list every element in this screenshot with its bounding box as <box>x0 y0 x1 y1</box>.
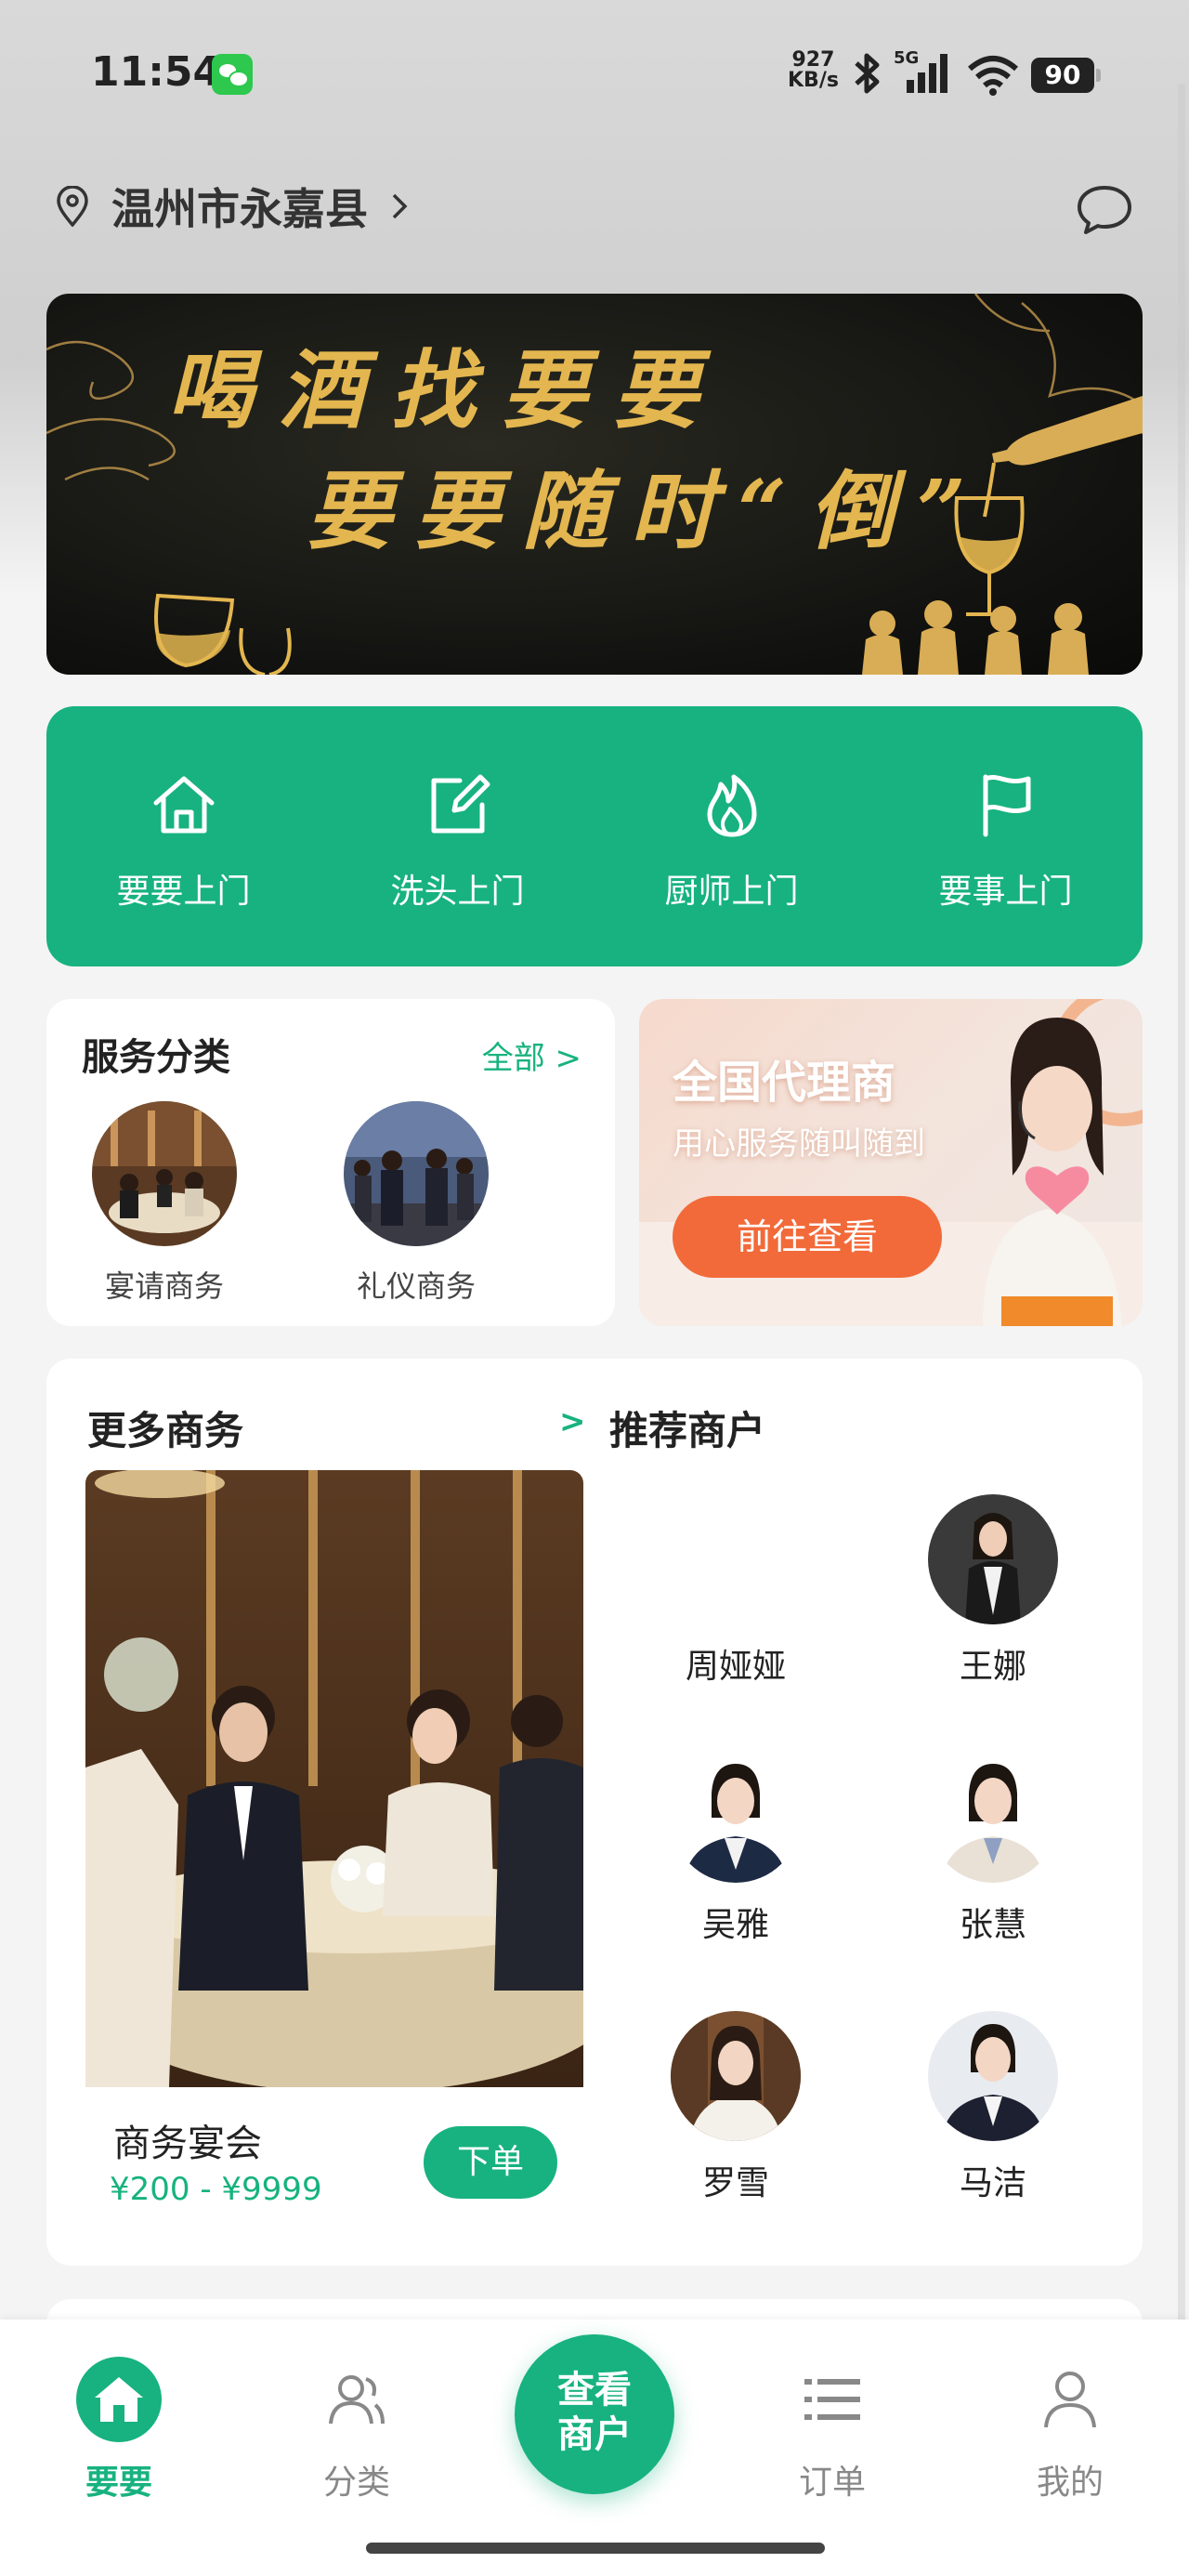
merchant-name: 罗雪 <box>701 2164 769 2202</box>
quick-action-hairwash[interactable]: 洗头上门 <box>320 706 594 966</box>
scrollbar[interactable] <box>1178 84 1185 2351</box>
merchant-card[interactable]: 张慧 <box>900 1753 1086 1946</box>
net-speed-unit: KB/s <box>788 69 839 92</box>
agent-promo-card[interactable]: 全国代理商 用心服务随叫随到 前往查看 <box>639 999 1143 1326</box>
merchant-avatar <box>928 2011 1058 2141</box>
merchant-name: 张慧 <box>959 1906 1026 1944</box>
quick-action-label: 要事上门 <box>938 873 1073 911</box>
category-label: 宴请商务 <box>104 1268 224 1304</box>
merchant-avatar <box>928 1494 1058 1624</box>
quick-action-yaoyao[interactable]: 要要上门 <box>46 706 320 966</box>
nav-label: 要要 <box>85 2464 152 2502</box>
agent-portrait <box>983 1018 1122 1326</box>
category-banquet-image <box>92 1101 237 1246</box>
business-banquet-image[interactable] <box>85 1470 583 2087</box>
merchant-name: 马洁 <box>959 2164 1026 2202</box>
promo-banner[interactable]: 喝酒找要要 要要随时“倒” <box>46 294 1143 675</box>
wechat-icon <box>212 54 253 95</box>
nav-label: 分类 <box>322 2464 390 2502</box>
chevron-right-icon <box>392 193 408 219</box>
banner-headline-1: 喝酒找要要 <box>167 340 725 440</box>
merchant-name: 周娅娅 <box>685 1648 786 1686</box>
location-name: 温州市永嘉县 <box>111 184 368 234</box>
merchant-card[interactable]: 罗雪 <box>643 2011 829 2204</box>
order-button[interactable]: 下单 <box>424 2126 557 2199</box>
agent-promo-title: 全国代理商 <box>673 1057 896 1109</box>
quick-action-label: 洗头上门 <box>390 873 525 911</box>
signal-icon: 5G <box>894 48 947 93</box>
merchant-avatar <box>671 1753 801 1883</box>
business-name: 商务宴会 <box>113 2123 262 2165</box>
nav-label: 订单 <box>798 2464 866 2502</box>
recommended-merchants-title: 推荐商户 <box>609 1408 766 1453</box>
category-etiquette[interactable]: 礼仪商务 <box>328 1101 504 1306</box>
quick-action-label: 厨师上门 <box>664 873 799 911</box>
merchant-name: 王娜 <box>959 1648 1026 1686</box>
nav-orders[interactable]: 订单 <box>758 2357 907 2504</box>
status-bar: 11:54 927 KB/s 5G 90 <box>0 37 1189 112</box>
service-category-title: 服务分类 <box>82 1036 230 1079</box>
agent-promo-subtitle: 用心服务随叫随到 <box>673 1125 925 1163</box>
wifi-icon <box>968 56 1018 96</box>
flame-icon <box>707 774 756 837</box>
merchant-avatar <box>928 1753 1058 1883</box>
person-icon <box>1027 2357 1113 2442</box>
merchant-card[interactable]: 周娅娅 <box>643 1494 829 1688</box>
quick-action-label: 要要上门 <box>116 873 251 911</box>
merchant-avatar <box>671 1494 801 1624</box>
merchant-card[interactable]: 马洁 <box>900 2011 1086 2204</box>
quick-action-errand[interactable]: 要事上门 <box>869 706 1143 966</box>
more-business-arrow[interactable]: > <box>559 1403 586 1440</box>
business-price: ¥200 - ¥9999 <box>110 2171 322 2208</box>
agent-view-button[interactable]: 前往查看 <box>673 1196 942 1278</box>
home-indicator[interactable] <box>366 2543 825 2554</box>
users-icon <box>314 2357 399 2442</box>
view-all-link[interactable]: 全部 > <box>482 1032 581 1078</box>
battery-icon: 90 <box>1031 58 1101 93</box>
merchant-card[interactable]: 吴雅 <box>643 1753 829 1946</box>
status-time: 11:54 <box>91 48 222 96</box>
nav-category[interactable]: 分类 <box>282 2357 431 2504</box>
net-speed: 927 KB/s <box>788 50 839 91</box>
edit-icon <box>431 774 490 834</box>
network-type: 5G <box>894 48 919 68</box>
category-banquet[interactable]: 宴请商务 <box>76 1101 253 1306</box>
more-business-card: 更多商务 > 推荐商户 商务宴会 ¥200 - ¥9999 下单 周娅娅 王娜 … <box>46 1359 1143 2266</box>
home-icon <box>153 776 214 834</box>
chat-bubble-icon[interactable] <box>1076 182 1133 236</box>
bluetooth-icon <box>855 53 880 94</box>
view-merchants-line2: 商户 <box>557 2413 632 2456</box>
view-merchants-button[interactable]: 查看 商户 <box>515 2334 674 2494</box>
category-label: 礼仪商务 <box>356 1268 476 1304</box>
category-etiquette-image <box>344 1101 489 1246</box>
flag-icon <box>983 774 1030 837</box>
location-pin-icon <box>57 186 88 227</box>
nav-label: 我的 <box>1036 2464 1104 2502</box>
quick-action-chef[interactable]: 厨师上门 <box>594 706 869 966</box>
view-merchants-line1: 查看 <box>557 2369 632 2412</box>
home-icon <box>76 2357 162 2442</box>
merchant-avatar <box>671 2011 801 2141</box>
location-selector[interactable]: 温州市永嘉县 <box>54 178 411 234</box>
merchant-card[interactable]: 王娜 <box>900 1494 1086 1688</box>
nav-profile[interactable]: 我的 <box>996 2357 1144 2504</box>
nav-home[interactable]: 要要 <box>45 2357 193 2504</box>
merchant-name: 吴雅 <box>701 1906 769 1944</box>
banner-headline-2: 要要随时“倒” <box>307 461 988 561</box>
service-category-card: 服务分类 全部 > 宴请商务 礼仪商务 <box>46 999 615 1326</box>
more-business-title: 更多商务 <box>87 1408 244 1453</box>
quick-actions-bar: 要要上门 洗头上门 厨师上门 要事上门 <box>46 706 1143 966</box>
list-icon <box>790 2357 875 2442</box>
net-speed-value: 927 <box>791 48 835 72</box>
